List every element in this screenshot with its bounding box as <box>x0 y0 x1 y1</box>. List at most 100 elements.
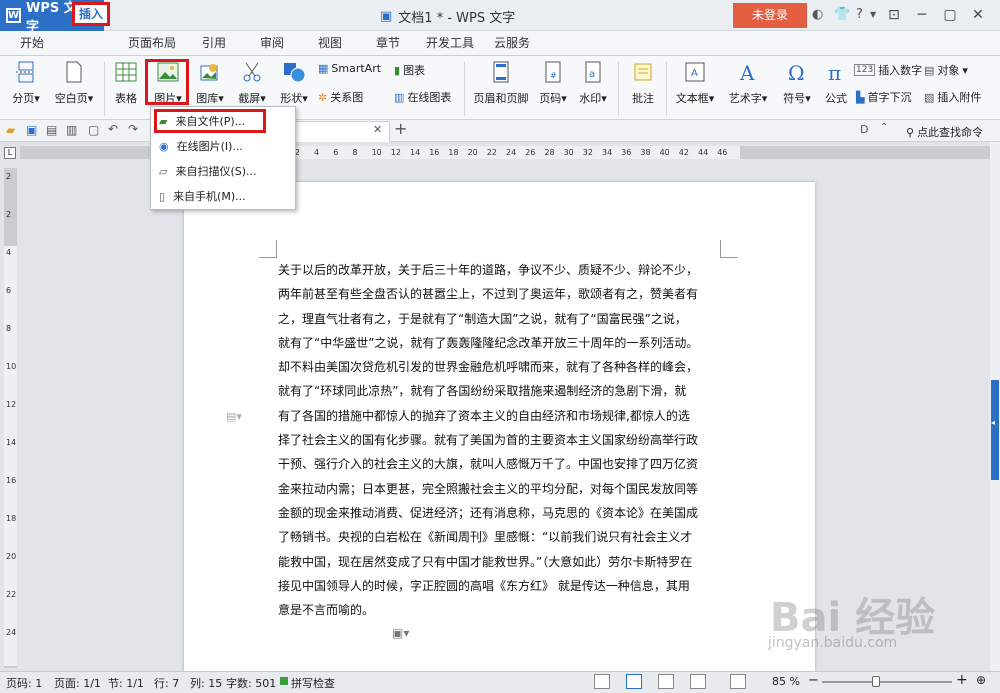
table-button[interactable]: 表格 <box>110 60 142 106</box>
page-view-icon[interactable] <box>626 674 642 689</box>
text-line[interactable]: 关于以后的改革开放，关于后三十年的道路，争议不少、质疑不少、辩论不少， <box>278 258 722 282</box>
print-preview-icon[interactable]: ▥ <box>66 123 77 137</box>
text-line[interactable]: 意是不言而喻的。 <box>278 598 722 622</box>
zoom-out-icon[interactable]: − <box>808 673 819 688</box>
status-word-count[interactable]: 字数: 501 <box>226 675 276 691</box>
zoom-in-icon[interactable]: + <box>956 672 968 688</box>
text-line[interactable]: 能救中国，现在居然变成了只有中国才能救世界。”（大意如此）劳尔卡斯特罗在 <box>278 550 722 574</box>
zoom-slider[interactable] <box>822 681 952 683</box>
tab-page-layout[interactable]: 页面布局 <box>128 31 176 56</box>
svg-text:A: A <box>739 61 755 84</box>
textbox-button[interactable]: A 文本框▾ <box>672 60 718 106</box>
menu-item-online-picture[interactable]: ◉ 在线图片(I)... <box>155 134 291 158</box>
text-line[interactable]: 之，理直气壮者有之，于是就有了“制造大国”之说，就有了“国富民强”之说， <box>278 307 722 331</box>
screenshot-button[interactable]: 截屏▾ <box>234 60 270 106</box>
scrollbar-thumb[interactable] <box>991 380 999 480</box>
paste-options-icon[interactable]: ▣▾ <box>392 626 409 640</box>
tab-references[interactable]: 引用 <box>202 31 226 56</box>
login-button[interactable]: 未登录 <box>733 3 807 28</box>
text-line[interactable]: 有了各国的措施中都惊人的抛弃了资本主义的自由经济和市场规律,都惊人的选 <box>278 404 722 428</box>
menu-item-from-phone[interactable]: ▯ 来自手机(M)... <box>155 184 291 208</box>
tab-cloud[interactable]: 云服务 <box>494 31 530 56</box>
redo-icon[interactable]: ↷ <box>128 122 138 136</box>
zoom-level[interactable]: 85 % <box>772 675 800 688</box>
skin-icon[interactable]: ◐ <box>812 7 823 22</box>
text-line[interactable]: 就有了“中华盛世”之说，就有了轰轰隆隆纪念改革开放三十周年的一系列活动。 <box>278 331 722 355</box>
relation-chart-label: 关系图 <box>330 91 364 104</box>
restore-ribbon-button[interactable]: ⊡ <box>882 4 906 26</box>
ruler-tick-label: 20 <box>467 148 478 157</box>
vertical-ruler[interactable]: 2 2 4 6 8 10 12 14 16 18 20 22 24 <box>4 168 17 668</box>
tab-view[interactable]: 视图 <box>318 31 342 56</box>
menu-item-from-scanner[interactable]: ▱ 来自扫描仪(S)... <box>155 159 291 183</box>
insert-number-button[interactable]: 123 插入数字 <box>854 62 922 78</box>
paragraph-layout-icon[interactable]: ▤▾ <box>226 410 242 423</box>
help-icon[interactable]: ? <box>856 7 863 22</box>
text-line[interactable]: 就有了“环球同此凉热”，就有了各国纷纷采取措施来遏制经济的急剧下滑，就 <box>278 379 722 403</box>
collapse-ribbon-icon[interactable]: ⌃ <box>880 122 888 133</box>
close-button[interactable]: ✕ <box>966 4 990 26</box>
ruler-tick-label: 10 <box>6 362 17 371</box>
text-line[interactable]: 了畅销书。央视的白岩松在《新闻周刊》里感慨：“以前我们说只有社会主义才 <box>278 525 722 549</box>
zoom-slider-knob[interactable] <box>872 676 880 687</box>
text-line[interactable]: 两年前甚至有些全盘否认的甚嚣尘上，不过到了奥运年，歌颂者有之，赞美者有 <box>278 282 722 306</box>
print-icon[interactable]: ▤ <box>46 123 57 137</box>
shirt-icon[interactable]: 👕 <box>834 7 850 22</box>
document-icon: ▣ <box>380 9 393 24</box>
insert-attachment-button[interactable]: ▧ 插入附件 <box>924 89 981 105</box>
online-chart-button[interactable]: ▥ 在线图表 <box>394 89 451 105</box>
document-body[interactable]: 关于以后的改革开放，关于后三十年的道路，争议不少、质疑不少、辩论不少， 两年前甚至… <box>278 258 722 622</box>
settings-icon[interactable]: D <box>860 123 868 136</box>
maximize-button[interactable]: ▢ <box>938 4 962 26</box>
export-pdf-icon[interactable]: ▢ <box>88 123 99 137</box>
drop-cap-button[interactable]: ▙ 首字下沉 <box>856 89 911 105</box>
page-number-button[interactable]: # 页码▾ <box>536 60 570 106</box>
fit-page-icon[interactable]: ⊕ <box>976 673 986 687</box>
tab-stop-selector[interactable]: L <box>4 147 16 159</box>
expand-pane-icon[interactable]: ◂ <box>991 418 995 427</box>
relation-chart-button[interactable]: ✲ 关系图 <box>318 89 363 105</box>
gallery-button[interactable]: 图库▾ <box>192 60 228 106</box>
text-line[interactable]: 接见中国领导人的时候，字正腔圆的高唱《东方红》 就是传达一种信息，其用 <box>278 574 722 598</box>
text-line[interactable]: 择了社会主义的国有化步骤。就有了美国为首的主要资本主义国家纷纷高举行政 <box>278 428 722 452</box>
text-line[interactable]: 干预、强行介入的社会主义的大旗，就叫人感慨万千了。中国也安排了四万亿资 <box>278 452 722 476</box>
text-line[interactable]: 金额的现金来推动消费、促进经济；还有消息称，马克思的《资本论》在美国成 <box>278 501 722 525</box>
web-view-icon[interactable] <box>690 674 706 689</box>
symbol-button[interactable]: Ω 符号▾ <box>780 60 814 106</box>
save-icon[interactable]: ▣ <box>26 123 37 137</box>
wordart-button[interactable]: A 艺术字▾ <box>724 60 772 106</box>
reading-mode-icon[interactable] <box>730 674 746 689</box>
status-page-code[interactable]: 页码: 1 <box>6 675 42 691</box>
minimize-button[interactable]: ─ <box>910 4 934 26</box>
text-line[interactable]: 金来拉动内需；日本更甚，完全照搬社会主义的平均分配，对每个国民发放同等 <box>278 477 722 501</box>
blank-page-button[interactable]: 空白页▾ <box>50 60 98 106</box>
tab-home[interactable]: 开始 <box>20 31 44 56</box>
close-tab-icon[interactable]: ✕ <box>373 123 382 136</box>
tab-insert[interactable]: 插入 <box>72 2 110 26</box>
object-button[interactable]: ▤ 对象 ▾ <box>924 62 968 78</box>
blank-page-label: 空白页 <box>54 92 88 105</box>
command-search[interactable]: ⚲ 点此查找命令 <box>906 124 983 140</box>
formula-button[interactable]: π 公式 <box>820 60 852 106</box>
undo-icon[interactable]: ↶ <box>108 122 118 136</box>
chart-button[interactable]: ▮ 图表 <box>394 62 425 78</box>
outline-view-icon[interactable] <box>658 674 674 689</box>
ruler-tick-label: 8 <box>352 148 358 157</box>
smartart-button[interactable]: ▦ SmartArt <box>318 62 381 75</box>
open-folder-icon[interactable]: ▰ <box>6 123 15 137</box>
shapes-button[interactable]: 形状▾ <box>276 60 312 106</box>
spell-check-toggle[interactable]: 拼写检查 <box>291 675 335 691</box>
chevron-down-icon[interactable]: ▼ <box>870 10 876 19</box>
comment-button[interactable]: 批注 <box>626 60 660 106</box>
tab-review[interactable]: 审阅 <box>260 31 284 56</box>
new-tab-icon[interactable]: + <box>394 119 407 138</box>
ruler-tick-label: 18 <box>6 514 17 523</box>
watermark-button[interactable]: a 水印▾ <box>576 60 610 106</box>
text-line[interactable]: 却不料由美国次贷危机引发的世界金融危机呼啸而来，就有了各种各样的峰会， <box>278 355 722 379</box>
tab-developer[interactable]: 开发工具 <box>426 31 474 56</box>
header-footer-button[interactable]: 页眉和页脚 <box>470 60 532 106</box>
ruler-tick-label: 6 <box>6 286 12 295</box>
tab-chapter[interactable]: 章节 <box>376 31 400 56</box>
fullscreen-view-icon[interactable] <box>594 674 610 689</box>
page-break-button[interactable]: 分页▾ <box>8 60 44 106</box>
